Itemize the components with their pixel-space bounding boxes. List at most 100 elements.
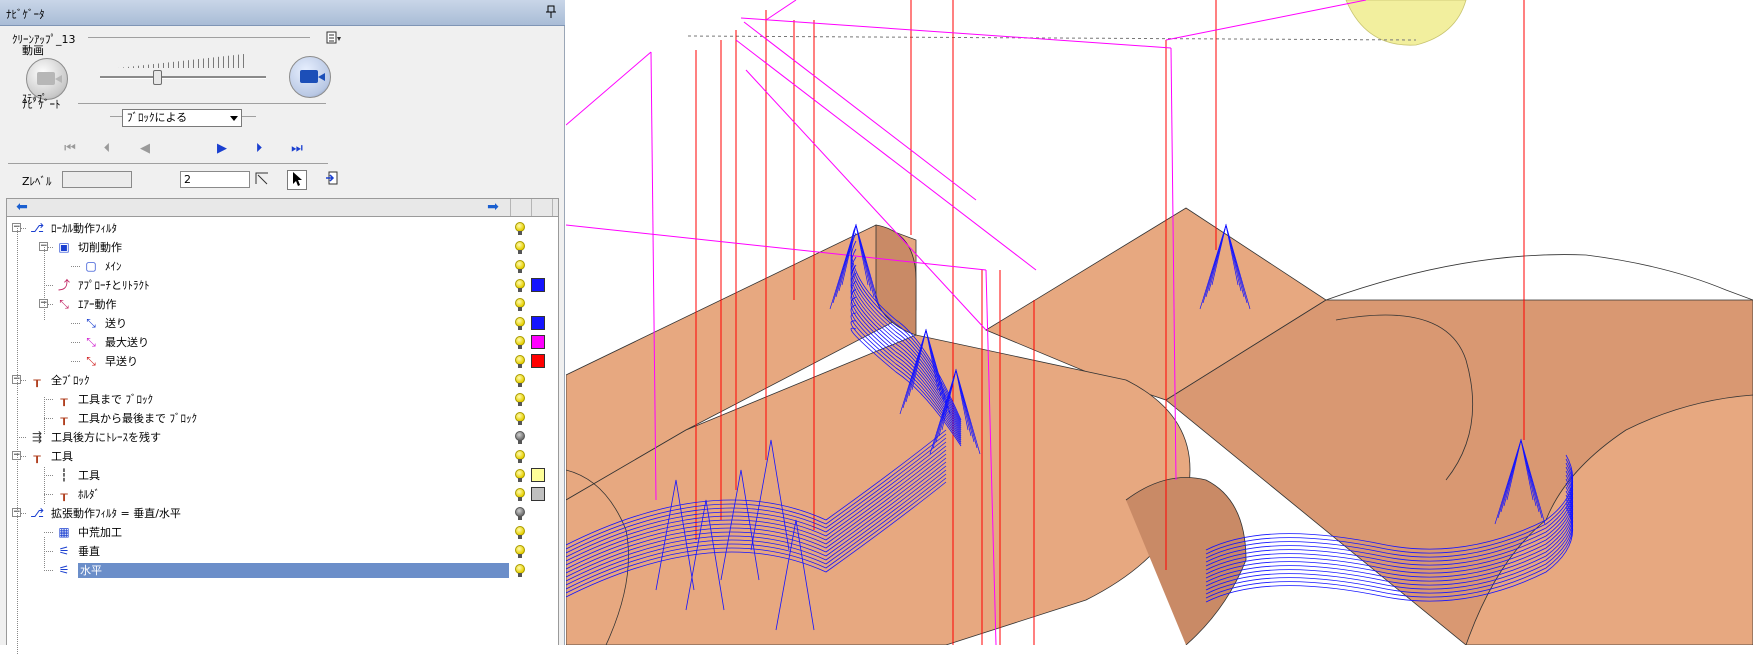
tree-connector <box>17 397 18 655</box>
tree-row[interactable]: ▢ ﾒｲﾝ <box>7 257 558 276</box>
angle-tool-button[interactable] <box>252 170 272 190</box>
visibility-bulb-icon[interactable] <box>515 336 525 349</box>
camera-play-icon <box>300 70 325 83</box>
back-arrow-icon[interactable]: ⬅ <box>11 199 33 216</box>
tree-row[interactable]: ┇ 工具 <box>7 466 558 485</box>
tree-item-label[interactable]: 工具まで ﾌﾞﾛｯｸ <box>78 392 153 407</box>
tree-row[interactable]: ┰ ﾎﾙﾀﾞ <box>7 485 558 504</box>
tree-item-label[interactable]: 垂直 <box>78 544 100 559</box>
trace-icon: ⇶ <box>31 430 43 444</box>
visibility-bulb-icon[interactable] <box>515 431 525 444</box>
color-swatch[interactable] <box>531 468 545 482</box>
tree-item-label[interactable]: 送り <box>105 316 127 331</box>
tree-item-label[interactable]: ｱﾌﾟﾛｰﾁとﾘﾄﾗｸﾄ <box>78 278 150 293</box>
tree-item-label[interactable]: 水平 <box>78 563 509 578</box>
tree-item-label[interactable]: 工具 <box>78 468 100 483</box>
tree-row[interactable]: ⚟ 垂直 <box>7 542 558 561</box>
visibility-bulb-icon[interactable] <box>515 279 525 292</box>
tree-item-label[interactable]: 最大送り <box>105 335 149 350</box>
tree-item-label[interactable]: 工具後方にﾄﾚｰｽを残す <box>51 430 161 445</box>
tree-connector <box>44 245 45 320</box>
go-to-start-button[interactable]: ⏮ <box>59 139 81 159</box>
pin-icon[interactable] <box>545 5 557 19</box>
visibility-bulb-icon[interactable] <box>515 412 525 425</box>
tree-row[interactable]: −⤡ｴｱｰ動作 <box>7 295 558 314</box>
tree-row[interactable]: ⚟ 水平 <box>7 561 558 580</box>
visibility-bulb-icon[interactable] <box>515 545 525 558</box>
tree-item-label[interactable]: 早送り <box>105 354 138 369</box>
tree-item-label[interactable]: ﾛｰｶﾙ動作ﾌｨﾙﾀ <box>51 221 117 236</box>
tree-row[interactable]: −⎇ﾛｰｶﾙ動作ﾌｨﾙﾀ <box>7 219 558 238</box>
tree-item-label[interactable]: 工具から最後まで ﾌﾞﾛｯｸ <box>78 411 197 426</box>
tree-row[interactable]: ⤡ 最大送り <box>7 333 558 352</box>
visibility-bulb-icon[interactable] <box>515 564 525 577</box>
tree-row[interactable]: −┰全ﾌﾞﾛｯｸ <box>7 371 558 390</box>
visibility-bulb-icon[interactable] <box>515 241 525 254</box>
tree-item-label[interactable]: ﾒｲﾝ <box>105 259 122 274</box>
play-back-button[interactable]: ◀ <box>134 139 156 159</box>
toolpath-list-icon[interactable] <box>326 31 342 45</box>
machining-scene <box>566 0 1753 645</box>
tool-icon: ┰ <box>33 449 41 463</box>
tree-connector <box>44 399 54 400</box>
exit-tool-button[interactable] <box>322 170 342 190</box>
visibility-bulb-icon[interactable] <box>515 488 525 501</box>
visibility-bulb-icon[interactable] <box>515 355 525 368</box>
visibility-bulb-icon[interactable] <box>515 298 525 311</box>
forward-arrow-icon[interactable]: ➡ <box>482 199 504 216</box>
visibility-bulb-icon[interactable] <box>515 469 525 482</box>
visibility-bulb-icon[interactable] <box>515 260 525 273</box>
color-swatch[interactable] <box>531 278 545 292</box>
visibility-bulb-icon[interactable] <box>515 393 525 406</box>
pointer-tool-button[interactable] <box>287 170 307 190</box>
max-feed-move <box>1165 0 1367 41</box>
play-button[interactable] <box>289 56 331 98</box>
tree-row[interactable]: −┰工具 <box>7 447 558 466</box>
color-swatch[interactable] <box>531 316 545 330</box>
tree-row[interactable]: ┰ 工具まで ﾌﾞﾛｯｸ <box>7 390 558 409</box>
tree-item-label[interactable]: 切削動作 <box>78 240 122 255</box>
step-forward-button[interactable]: ⏵ <box>248 139 270 159</box>
visibility-bulb-icon[interactable] <box>515 317 525 330</box>
chevron-down-icon <box>230 116 238 121</box>
tree-item-label[interactable]: 全ﾌﾞﾛｯｸ <box>51 373 90 388</box>
3d-viewport[interactable] <box>566 0 1753 645</box>
color-swatch[interactable] <box>531 354 545 368</box>
block-mode-select[interactable]: ﾌﾞﾛｯｸによる <box>122 109 242 127</box>
visibility-bulb-icon[interactable] <box>515 526 525 539</box>
bracket-right <box>242 116 256 117</box>
main-icon: ▢ <box>85 259 97 273</box>
tree-row[interactable]: −▣切削動作 <box>7 238 558 257</box>
rapid-icon: ⤡ <box>86 354 96 368</box>
speed-slider-thumb[interactable] <box>153 70 162 85</box>
visibility-bulb-icon[interactable] <box>515 374 525 387</box>
tree-row[interactable]: ⤡ 早送り <box>7 352 558 371</box>
tree-item-label[interactable]: 拡張動作ﾌｨﾙﾀ = 垂直/水平 <box>51 506 181 521</box>
go-to-end-button[interactable]: ⏭ <box>286 139 308 159</box>
tree-row[interactable]: ▦ 中荒加工 <box>7 523 558 542</box>
visibility-bulb-icon[interactable] <box>515 450 525 463</box>
visibility-bulb-icon[interactable] <box>515 507 525 520</box>
tree-connector <box>44 570 54 571</box>
toolbar-divider <box>510 199 511 216</box>
tree-row[interactable]: ⤡ 送り <box>7 314 558 333</box>
tree-item-label[interactable]: 中荒加工 <box>78 525 122 540</box>
tree-item-label[interactable]: 工具 <box>51 449 73 464</box>
tree-row[interactable]: −⎇拡張動作ﾌｨﾙﾀ = 垂直/水平 <box>7 504 558 523</box>
step-back-button[interactable]: ⏴ <box>96 139 118 159</box>
motion-filter-tree: −⎇ﾛｰｶﾙ動作ﾌｨﾙﾀ−▣切削動作 ▢ ﾒｲﾝ ⤴ｱﾌﾟﾛｰﾁとﾘﾄﾗｸﾄ−⤡ｴｱｰ… <box>6 217 559 655</box>
navigator-panel: ﾅﾋﾞｹﾞｰﾀ ｸﾘｰﾝｱｯﾌﾟ_13 動画 ｽﾃｯﾌﾟ ﾅﾋﾞｹﾞｰﾄ ﾌﾞﾛ… <box>0 0 565 655</box>
tree-row[interactable]: ┰ 工具から最後まで ﾌﾞﾛｯｸ <box>7 409 558 428</box>
step-value-field[interactable]: 2 <box>180 171 250 188</box>
visibility-bulb-icon[interactable] <box>515 222 525 235</box>
color-swatch[interactable] <box>531 487 545 501</box>
tree-item-label[interactable]: ｴｱｰ動作 <box>78 297 117 312</box>
semi-rough-icon: ▦ <box>58 525 70 539</box>
tree-row[interactable]: ⤴ ｱﾌﾟﾛｰﾁとﾘﾄﾗｸﾄ <box>7 276 558 295</box>
color-swatch[interactable] <box>531 335 545 349</box>
tree-row[interactable]: ⇶ 工具後方にﾄﾚｰｽを残す <box>7 428 558 447</box>
max-feed-move <box>743 21 977 201</box>
z-level-field[interactable] <box>62 171 132 188</box>
play-forward-button[interactable]: ▶ <box>211 139 233 159</box>
tree-item-label[interactable]: ﾎﾙﾀﾞ <box>78 487 100 502</box>
